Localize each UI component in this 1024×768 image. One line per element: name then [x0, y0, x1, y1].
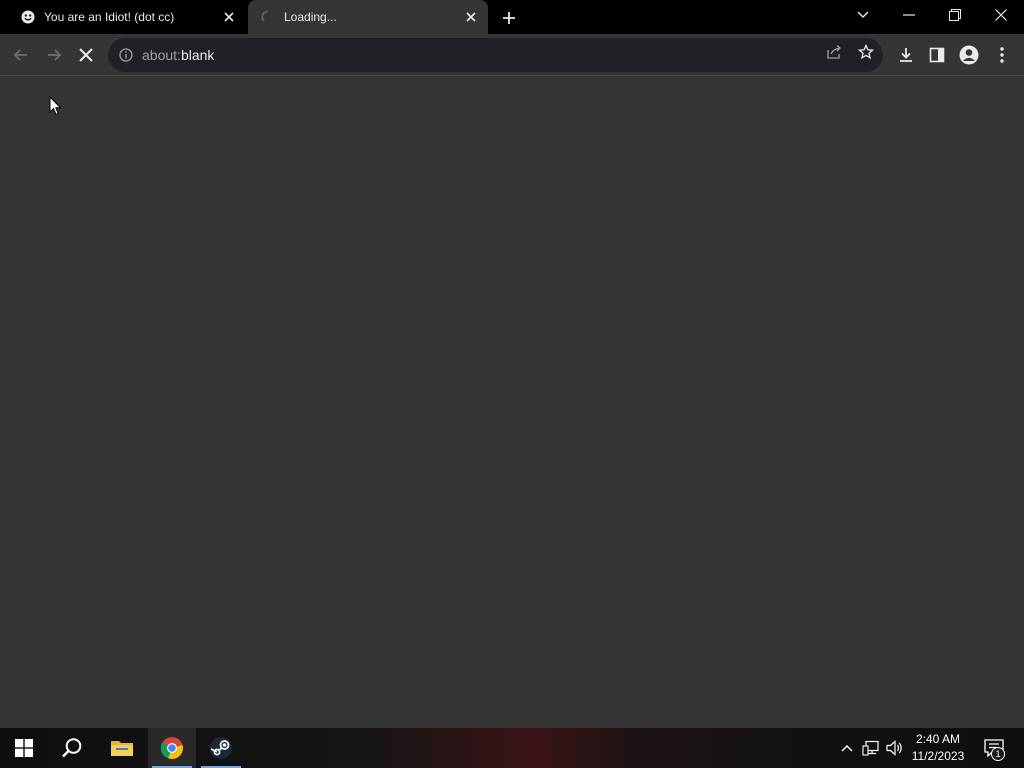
url-scheme: about: — [142, 47, 181, 63]
page-content[interactable] — [0, 77, 1024, 727]
address-bar[interactable]: about:blank — [108, 38, 883, 72]
search-button[interactable] — [48, 728, 96, 768]
chrome-icon — [160, 737, 183, 760]
plus-icon — [503, 12, 515, 24]
clock-time: 2:40 AM — [915, 732, 961, 746]
clock-date: 11/2/2023 — [911, 749, 965, 763]
show-hidden-icons-button[interactable] — [837, 738, 857, 758]
smiley-icon — [20, 9, 36, 25]
restore-button[interactable] — [932, 0, 978, 30]
windows-logo-icon — [15, 739, 33, 757]
tab-close-icon[interactable] — [220, 8, 238, 26]
side-panel-icon — [929, 47, 945, 63]
folder-icon — [111, 741, 133, 756]
close-icon — [79, 48, 93, 62]
back-button[interactable] — [5, 39, 37, 71]
tab-title: Loading... — [284, 10, 337, 24]
kebab-menu-icon — [1000, 47, 1004, 63]
mouse-cursor-icon — [49, 95, 62, 121]
chevron-up-icon — [841, 745, 853, 752]
notification-count-badge: 1 — [991, 747, 1005, 761]
steam-icon — [210, 737, 232, 759]
chrome-menu-button[interactable] — [986, 39, 1018, 71]
loading-spinner-icon — [260, 9, 276, 25]
browser-toolbar: about:blank — [0, 34, 1024, 76]
minimize-icon — [903, 14, 915, 16]
bookmark-star-icon[interactable] — [857, 43, 875, 61]
chevron-down-icon — [857, 11, 869, 18]
tab-strip: You are an Idiot! (dot cc) Loading... — [0, 0, 1024, 34]
arrow-right-icon — [48, 49, 62, 61]
address-text: about:blank — [142, 47, 214, 63]
start-button[interactable] — [0, 728, 48, 768]
tab-close-icon[interactable] — [462, 8, 480, 26]
close-icon — [995, 9, 1007, 21]
share-icon[interactable] — [825, 43, 843, 61]
close-window-button[interactable] — [978, 0, 1024, 30]
tab-loading[interactable]: Loading... — [248, 0, 488, 34]
chrome-taskbar-button[interactable] — [148, 728, 196, 768]
steam-taskbar-button[interactable] — [197, 728, 245, 768]
system-clock[interactable]: 2:40 AM 11/2/2023 — [905, 731, 971, 765]
volume-icon[interactable] — [885, 738, 905, 758]
tab-you-are-an-idiot[interactable]: You are an Idiot! (dot cc) — [8, 0, 246, 34]
minimize-button[interactable] — [886, 0, 932, 30]
windows-taskbar: 2:40 AM 11/2/2023 — [0, 728, 1024, 768]
search-icon — [62, 738, 82, 758]
file-explorer-button[interactable] — [98, 728, 146, 768]
stop-loading-button[interactable] — [70, 39, 102, 71]
network-icon[interactable] — [861, 738, 881, 758]
url-host: blank — [180, 47, 215, 63]
tab-search-button[interactable] — [840, 0, 886, 30]
info-icon[interactable] — [118, 47, 134, 63]
side-panel-button[interactable] — [921, 39, 953, 71]
new-tab-button[interactable] — [498, 7, 520, 29]
arrow-left-icon — [13, 49, 27, 61]
tab-title: You are an Idiot! (dot cc) — [44, 10, 175, 24]
profile-button[interactable] — [953, 39, 985, 71]
downloads-button[interactable] — [890, 39, 922, 71]
restore-icon — [949, 9, 961, 21]
profile-avatar-icon — [959, 45, 979, 65]
download-icon — [900, 48, 912, 62]
forward-button[interactable] — [38, 39, 70, 71]
